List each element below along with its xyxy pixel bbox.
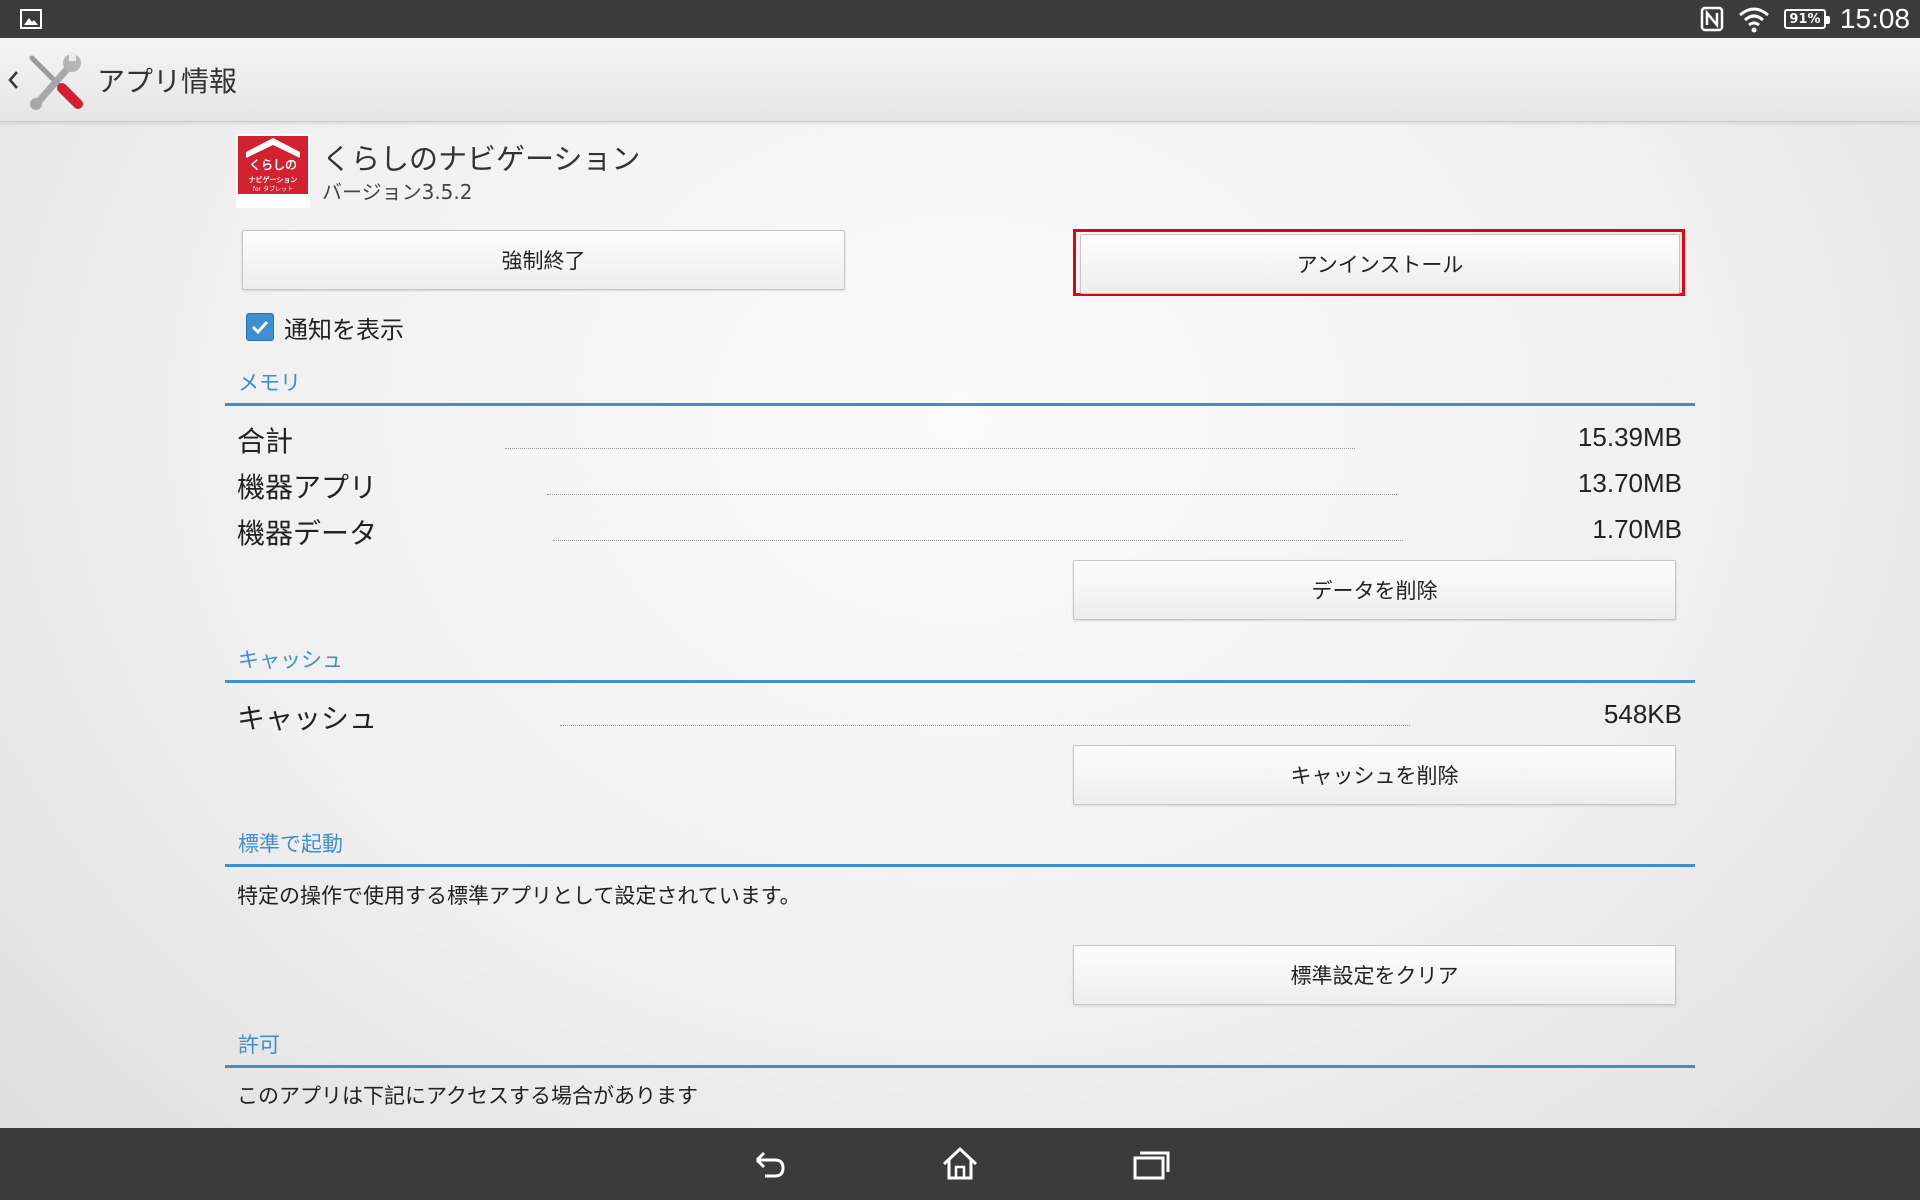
show-notifications-label: 通知を表示: [284, 315, 404, 344]
uninstall-button[interactable]: アンインストール: [1080, 234, 1680, 294]
image-icon: [20, 9, 42, 29]
battery-level: 91%: [1789, 11, 1821, 27]
app-logo-line-3: for タブレット: [253, 185, 293, 193]
force-stop-button[interactable]: 強制終了: [242, 230, 845, 290]
status-bar: 91% 15:08: [0, 0, 1920, 38]
show-notifications-row[interactable]: 通知を表示: [246, 310, 404, 344]
show-notifications-checkbox[interactable]: [246, 313, 274, 341]
memory-section-header: メモリ: [225, 370, 1695, 406]
action-bar-title: アプリ情報: [97, 65, 238, 98]
cache-value: 548KB: [1603, 699, 1682, 729]
battery-icon: 91%: [1783, 9, 1830, 29]
app-info-content: くらしの ナビゲーション for タブレット くらしのナビゲーション バージョン…: [0, 122, 1920, 1128]
settings-tools-icon[interactable]: [24, 50, 86, 110]
permissions-section-header: 許可: [225, 1032, 1695, 1068]
cache-section-header: キャッシュ: [225, 647, 1695, 683]
memory-section-title: メモリ: [238, 371, 301, 395]
memory-app-label: 機器アプリ: [237, 471, 378, 504]
dotted-leader: [560, 725, 1410, 726]
defaults-section-header: 標準で起動: [225, 831, 1695, 867]
memory-total-value: 15.39MB: [1577, 422, 1682, 452]
dotted-leader: [547, 494, 1397, 495]
dotted-leader: [505, 448, 1355, 449]
nfc-icon: [1700, 6, 1724, 32]
defaults-description: 特定の操作で使用する標準アプリとして設定されています。: [237, 884, 801, 908]
recent-apps-icon[interactable]: [1127, 1140, 1175, 1188]
memory-total-label: 合計: [237, 425, 294, 458]
memory-data-label: 機器データ: [237, 517, 378, 550]
uninstall-highlight: アンインストール: [1073, 229, 1685, 296]
memory-row-total: 合計 15.39MB: [237, 420, 1682, 460]
checkmark-icon: [251, 320, 269, 335]
app-name: くらしのナビゲーション: [322, 142, 641, 176]
memory-row-app: 機器アプリ 13.70MB: [237, 466, 1682, 506]
memory-data-value: 1.70MB: [1592, 514, 1682, 544]
permissions-section-title: 許可: [238, 1033, 280, 1057]
memory-row-data: 機器データ 1.70MB: [237, 512, 1682, 552]
chevron-left-icon[interactable]: [4, 60, 22, 100]
app-logo-icon: くらしの ナビゲーション for タブレット: [236, 134, 310, 208]
navigation-bar: [0, 1128, 1920, 1200]
app-version: バージョン3.5.2: [322, 180, 473, 204]
clear-defaults-button[interactable]: 標準設定をクリア: [1073, 945, 1676, 1005]
wifi-icon: [1738, 7, 1769, 33]
permissions-description: このアプリは下記にアクセスする場合があります: [237, 1084, 698, 1108]
clear-data-button[interactable]: データを削除: [1073, 560, 1676, 620]
status-time: 15:08: [1839, 3, 1910, 34]
app-logo-line-1: くらしの: [249, 158, 297, 172]
memory-app-value: 13.70MB: [1577, 468, 1682, 498]
app-logo-line-2: ナビゲーション: [249, 175, 298, 184]
dotted-leader: [553, 540, 1403, 541]
clear-cache-button[interactable]: キャッシュを削除: [1073, 745, 1676, 805]
home-icon[interactable]: [936, 1140, 984, 1188]
back-icon[interactable]: [745, 1140, 793, 1188]
defaults-section-title: 標準で起動: [238, 832, 343, 856]
cache-row: キャッシュ 548KB: [237, 697, 1682, 737]
action-bar: アプリ情報: [0, 38, 1920, 122]
cache-section-title: キャッシュ: [238, 648, 343, 672]
cache-label: キャッシュ: [237, 702, 378, 735]
